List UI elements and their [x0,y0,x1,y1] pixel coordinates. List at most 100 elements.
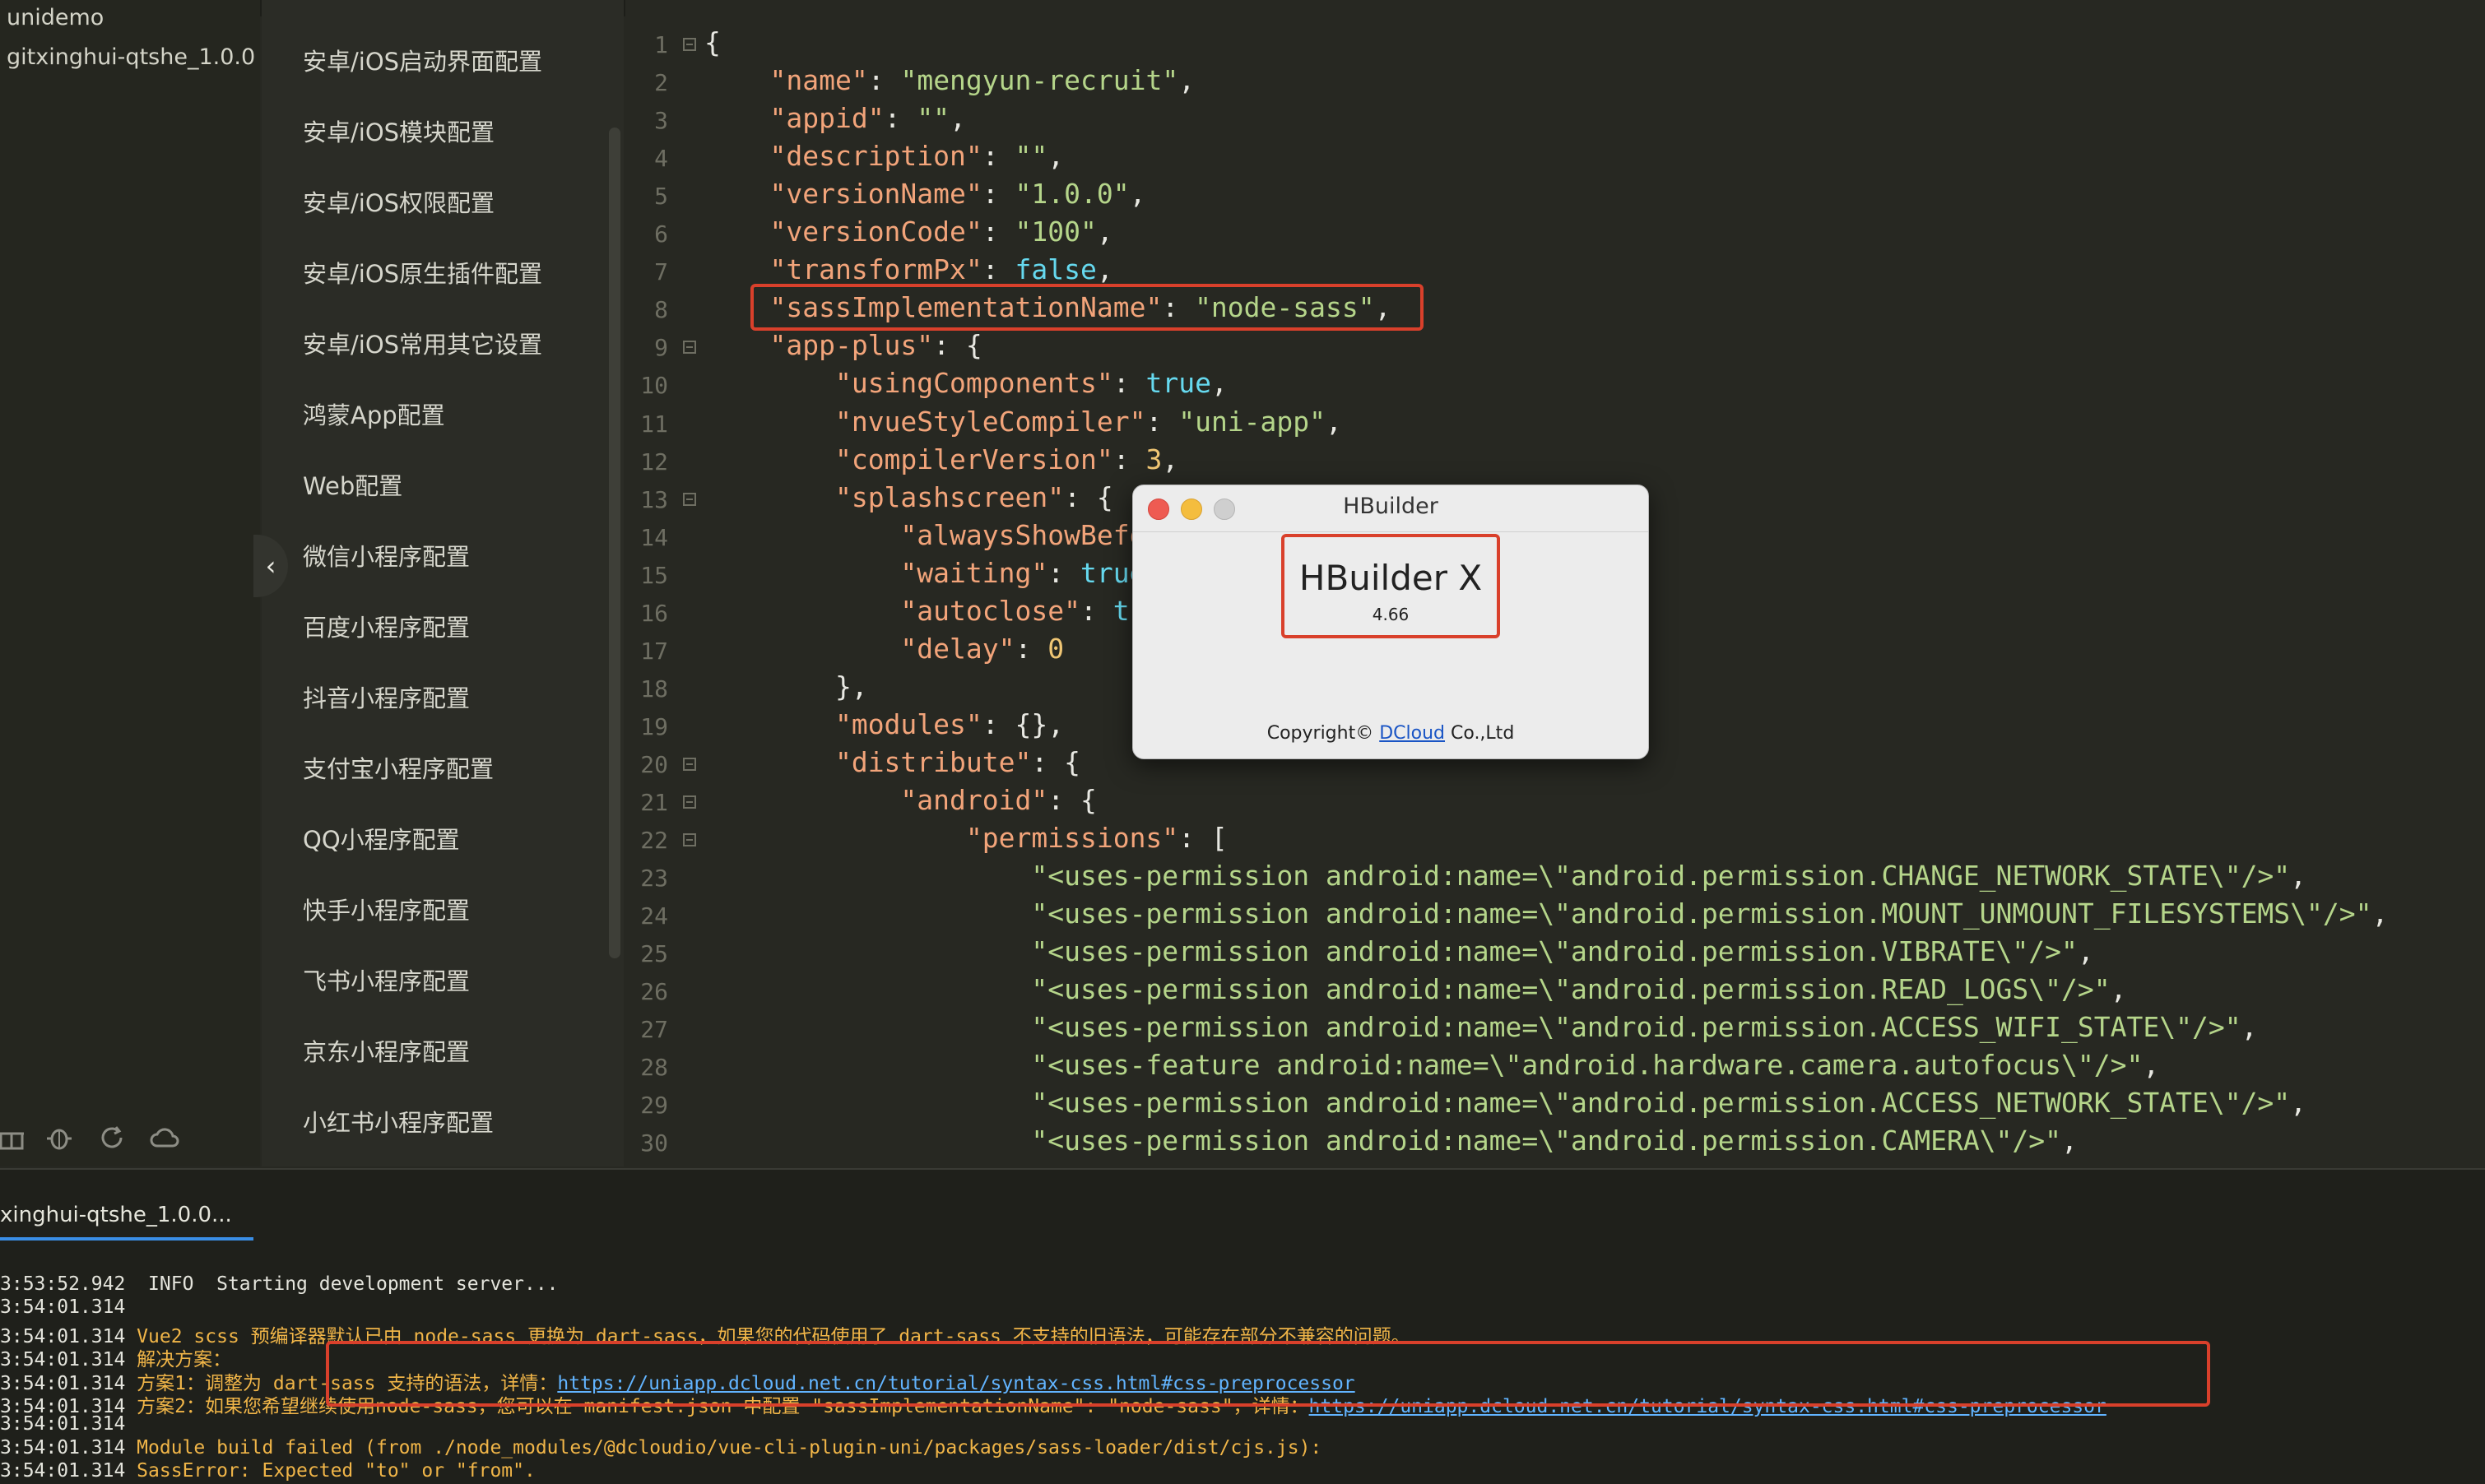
code-token: "description" [769,140,982,173]
code-line: "<uses-permission android:name=\"android… [704,897,2388,930]
line-number: 12 [640,448,668,475]
nav-item-other-settings[interactable]: 安卓/iOS常用其它设置 [303,326,542,360]
fold-toggle-icon[interactable] [683,38,696,51]
code-line: "appid": "", [704,102,965,135]
project-item[interactable]: gitxinghui-qtshe_1.0.0 [7,44,255,70]
code-token: : [1047,556,1080,589]
code-token: , [1096,253,1113,286]
code-token: , [2143,1049,2160,1082]
line-number: 19 [640,712,668,740]
line-number: 26 [640,978,668,1006]
code-token: , [2077,935,2094,968]
code-token: "<uses-permission android:name=\"android… [1031,897,2372,930]
nav-item-permissions[interactable]: 安卓/iOS权限配置 [303,184,495,219]
nav-item-alipay[interactable]: 支付宝小程序配置 [303,750,494,785]
line-number: 13 [640,485,668,513]
code-token: "delay" [900,632,1015,665]
console-tab-underline [0,1237,253,1241]
fold-toggle-icon[interactable] [683,795,696,809]
fold-toggle-icon[interactable] [683,757,696,771]
nav-item-native-plugins[interactable]: 安卓/iOS原生插件配置 [303,255,542,290]
nav-item-jd[interactable]: 京东小程序配置 [303,1033,470,1068]
nav-item-douyin[interactable]: 抖音小程序配置 [303,679,470,714]
code-token: , [2110,973,2127,1006]
code-token: "appid" [769,102,885,135]
code-line: "app-plus": { [704,329,982,361]
code-token: : { [1047,784,1097,816]
code-token: "autoclose" [900,594,1080,627]
code-token: : { [933,329,982,362]
code-token: "modules" [834,707,982,740]
code-line: "<uses-permission android:name=\"android… [704,935,2094,968]
line-number: 7 [654,258,668,286]
code-token: : [982,253,1015,286]
nav-item-modules[interactable]: 安卓/iOS模块配置 [303,114,495,148]
nav-item-harmony[interactable]: 鸿蒙App配置 [303,397,445,431]
code-token: : [982,140,1015,173]
fold-toggle-icon[interactable] [683,492,696,506]
code-token: "<uses-feature android:name=\"android.ha… [1031,1049,2144,1082]
bug-icon[interactable] [43,1124,76,1157]
code-line: "android": { [704,784,1097,816]
dialog-title: HBuilder [1343,494,1438,519]
console-log-line: 3:54:01.314 [0,1296,125,1318]
project-item[interactable]: unidemo [7,5,104,30]
nav-item-launch-screen[interactable]: 安卓/iOS启动界面配置 [303,43,542,77]
console-tab[interactable]: xinghui-qtshe_1.0.0... [0,1203,232,1227]
about-dialog: HBuilder HBuilder X 4.66 Copyright© DClo… [1132,485,1649,759]
code-token: : [867,64,901,97]
console-log-line: 3:53:52.942 INFO Starting development se… [0,1273,559,1295]
dcloud-link[interactable]: DCloud [1379,723,1445,744]
code-token: , [1096,216,1113,248]
nav-item-web[interactable]: Web配置 [303,467,402,502]
code-line: "<uses-feature android:name=\"android.ha… [704,1049,2159,1081]
code-token: , [1326,405,1342,438]
code-line: "transformPx": false, [704,253,1113,286]
code-line: "alwaysShowBefo [704,519,1145,551]
fold-toggle-icon[interactable] [683,341,696,355]
nav-item-kuaishou[interactable]: 快手小程序配置 [303,892,470,926]
code-token: false [1015,253,1097,286]
code-token: "name" [769,64,868,97]
nav-item-xiaohongshu[interactable]: 小红书小程序配置 [303,1104,494,1139]
code-line: "name": "mengyun-recruit", [704,64,1195,96]
nav-item-feishu[interactable]: 飞书小程序配置 [303,962,470,997]
nav-item-weixin[interactable]: 微信小程序配置 [303,538,470,573]
console-panel: xinghui-qtshe_1.0.0... 3:53:52.942 INFO … [0,1168,2485,1484]
log-timestamp: 3:54:01.314 [0,1436,126,1458]
code-line: "<uses-permission android:name=\"android… [704,1125,2078,1157]
fold-toggle-icon[interactable] [683,833,696,847]
code-token: "nvueStyleCompiler" [834,405,1146,438]
nav-item-baidu[interactable]: 百度小程序配置 [303,609,470,643]
code-token: , [1162,443,1179,475]
code-token: "permissions" [965,822,1179,855]
code-token: , [2290,860,2307,893]
refresh-icon[interactable] [95,1124,128,1157]
code-token: , [2290,1087,2307,1120]
code-line: { [704,26,721,58]
code-token: , [1210,367,1228,400]
line-number: 9 [654,334,668,362]
console-log-line: 3:54:01.314 Module build failed (from ./… [0,1437,1321,1458]
code-line: "<uses-permission android:name=\"android… [704,860,2306,892]
cloud-icon[interactable] [148,1124,181,1157]
code-token: , [2061,1125,2078,1157]
log-text: INFO Starting development server... [125,1273,559,1295]
code-token: "mengyun-recruit" [900,64,1179,97]
nav-item-qq[interactable]: QQ小程序配置 [303,821,460,856]
line-number: 23 [640,865,668,893]
gift-icon[interactable] [0,1124,28,1157]
